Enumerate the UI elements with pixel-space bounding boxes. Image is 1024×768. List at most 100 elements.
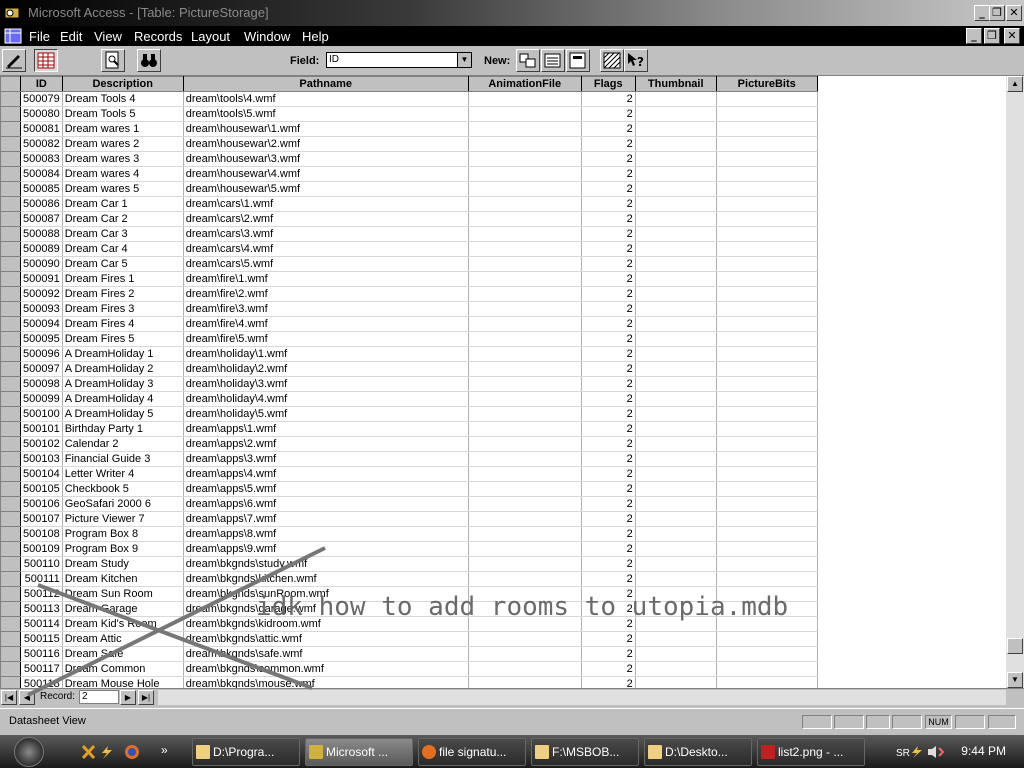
table-cell[interactable] bbox=[635, 511, 717, 527]
menu-records[interactable]: Records bbox=[134, 29, 182, 44]
table-cell[interactable]: 500104 bbox=[20, 466, 63, 482]
table-row[interactable]: 500097 A DreamHoliday 2 dream\holiday\2.wm… bbox=[0, 361, 818, 377]
table-cell[interactable]: dream\tools\4.wmf bbox=[183, 91, 469, 107]
table-cell[interactable]: 500086 bbox=[20, 196, 63, 212]
table-cell[interactable]: 500083 bbox=[20, 151, 63, 167]
table-cell[interactable] bbox=[716, 136, 818, 152]
table-cell[interactable]: 2 bbox=[581, 301, 636, 317]
table-cell[interactable] bbox=[468, 331, 582, 347]
table-cell[interactable]: 2 bbox=[581, 316, 636, 332]
table-cell[interactable]: dream\bkgnds\study.wmf bbox=[183, 556, 469, 572]
table-cell[interactable] bbox=[716, 271, 818, 287]
table-cell[interactable] bbox=[635, 436, 717, 452]
table-cell[interactable] bbox=[468, 91, 582, 107]
table-cell[interactable]: Dream Fires 1 bbox=[62, 271, 184, 287]
help-button[interactable]: ? bbox=[624, 49, 648, 72]
table-cell[interactable] bbox=[716, 166, 818, 182]
table-cell[interactable]: dream\cars\3.wmf bbox=[183, 226, 469, 242]
table-cell[interactable]: Dream Tools 5 bbox=[62, 106, 184, 122]
table-cell[interactable]: 500111 bbox=[20, 571, 63, 587]
table-cell[interactable]: 2 bbox=[581, 106, 636, 122]
table-cell[interactable] bbox=[635, 271, 717, 287]
table-cell[interactable] bbox=[635, 226, 717, 242]
column-header[interactable]: AnimationFile bbox=[467, 76, 582, 92]
table-cell[interactable] bbox=[635, 526, 717, 542]
table-cell[interactable] bbox=[635, 661, 717, 677]
table-cell[interactable] bbox=[635, 256, 717, 272]
table-cell[interactable] bbox=[716, 466, 818, 482]
close-button[interactable]: ✕ bbox=[1006, 5, 1022, 21]
mdi-restore-button[interactable]: ❐ bbox=[984, 28, 1000, 44]
row-selector[interactable] bbox=[0, 661, 21, 677]
print-preview-button[interactable] bbox=[101, 49, 125, 72]
table-row[interactable]: 500111 Dream Kitchen dream\bkgnds\kitchen.… bbox=[0, 571, 818, 587]
table-row[interactable]: 500089 Dream Car 4 dream\cars\4.wmf 2 bbox=[0, 241, 818, 257]
vertical-scrollbar[interactable]: ▲ ▼ bbox=[1006, 76, 1024, 688]
table-cell[interactable]: 2 bbox=[581, 196, 636, 212]
table-row[interactable]: 500106 GeoSafari 2000 6 dream\apps\6.wmf 2 bbox=[0, 496, 818, 512]
table-cell[interactable]: dream\holiday\3.wmf bbox=[183, 376, 469, 392]
table-cell[interactable] bbox=[468, 106, 582, 122]
table-cell[interactable]: 500116 bbox=[20, 646, 63, 662]
table-row[interactable]: 500108 Program Box 8 dream\apps\8.wmf 2 bbox=[0, 526, 818, 542]
column-header[interactable]: PictureBits bbox=[715, 76, 818, 92]
table-cell[interactable] bbox=[468, 151, 582, 167]
column-header[interactable]: Thumbnail bbox=[634, 76, 717, 92]
table-cell[interactable]: Picture Viewer 7 bbox=[62, 511, 184, 527]
table-cell[interactable] bbox=[635, 421, 717, 437]
table-cell[interactable]: 2 bbox=[581, 556, 636, 572]
table-cell[interactable] bbox=[468, 316, 582, 332]
table-row[interactable]: 500080 Dream Tools 5 dream\tools\5.wmf 2 bbox=[0, 106, 818, 122]
table-cell[interactable] bbox=[716, 646, 818, 662]
overflow-chevron-icon[interactable]: » bbox=[161, 743, 168, 757]
table-cell[interactable]: 2 bbox=[581, 91, 636, 107]
table-cell[interactable]: 2 bbox=[581, 406, 636, 422]
table-cell[interactable]: 500094 bbox=[20, 316, 63, 332]
table-cell[interactable]: dream\cars\4.wmf bbox=[183, 241, 469, 257]
table-cell[interactable]: 500107 bbox=[20, 511, 63, 527]
table-row[interactable]: 500084 Dream wares 4 dream\housewar\4.wmf 2 bbox=[0, 166, 818, 182]
scroll-down-arrow-icon[interactable]: ▼ bbox=[1007, 672, 1023, 688]
table-cell[interactable]: Dream Fires 3 bbox=[62, 301, 184, 317]
table-cell[interactable]: Dream Car 1 bbox=[62, 196, 184, 212]
taskbar-button[interactable]: file signatu... bbox=[418, 738, 526, 766]
table-cell[interactable]: 500088 bbox=[20, 226, 63, 242]
table-cell[interactable] bbox=[716, 226, 818, 242]
table-cell[interactable]: 500093 bbox=[20, 301, 63, 317]
scroll-thumb[interactable] bbox=[1007, 638, 1023, 654]
table-cell[interactable]: 500097 bbox=[20, 361, 63, 377]
table-row[interactable]: 500094 Dream Fires 4 dream\fire\4.wmf 2 bbox=[0, 316, 818, 332]
table-cell[interactable]: Dream Fires 4 bbox=[62, 316, 184, 332]
record-number-field[interactable]: 2 bbox=[79, 690, 119, 704]
table-cell[interactable] bbox=[468, 361, 582, 377]
table-cell[interactable] bbox=[716, 151, 818, 167]
row-selector[interactable] bbox=[0, 586, 21, 602]
table-cell[interactable]: dream\apps\5.wmf bbox=[183, 481, 469, 497]
table-cell[interactable]: 500095 bbox=[20, 331, 63, 347]
table-cell[interactable] bbox=[468, 166, 582, 182]
table-row[interactable]: 500083 Dream wares 3 dream\housewar\3.wmf 2 bbox=[0, 151, 818, 167]
table-row[interactable]: 500098 A DreamHoliday 3 dream\holiday\3.wm… bbox=[0, 376, 818, 392]
table-row[interactable]: 500088 Dream Car 3 dream\cars\3.wmf 2 bbox=[0, 226, 818, 242]
dropdown-arrow-icon[interactable]: ▼ bbox=[457, 53, 471, 67]
table-cell[interactable]: Dream Tools 4 bbox=[62, 91, 184, 107]
table-cell[interactable]: 2 bbox=[581, 241, 636, 257]
table-cell[interactable] bbox=[468, 226, 582, 242]
table-cell[interactable]: Dream Car 5 bbox=[62, 256, 184, 272]
table-cell[interactable] bbox=[635, 166, 717, 182]
table-cell[interactable] bbox=[468, 181, 582, 197]
row-selector[interactable] bbox=[0, 541, 21, 557]
last-record-icon[interactable]: ▶| bbox=[138, 690, 154, 705]
table-cell[interactable]: 500091 bbox=[20, 271, 63, 287]
table-cell[interactable] bbox=[468, 436, 582, 452]
table-cell[interactable]: dream\housewar\3.wmf bbox=[183, 151, 469, 167]
taskbar-button[interactable]: list2.png - ... bbox=[757, 738, 865, 766]
table-cell[interactable]: Letter Writer 4 bbox=[62, 466, 184, 482]
table-cell[interactable] bbox=[635, 481, 717, 497]
table-cell[interactable]: dream\apps\4.wmf bbox=[183, 466, 469, 482]
table-cell[interactable]: 500105 bbox=[20, 481, 63, 497]
table-cell[interactable]: dream\fire\3.wmf bbox=[183, 301, 469, 317]
row-selector[interactable] bbox=[0, 391, 21, 407]
column-header[interactable]: ID bbox=[20, 76, 63, 92]
table-cell[interactable]: 2 bbox=[581, 661, 636, 677]
